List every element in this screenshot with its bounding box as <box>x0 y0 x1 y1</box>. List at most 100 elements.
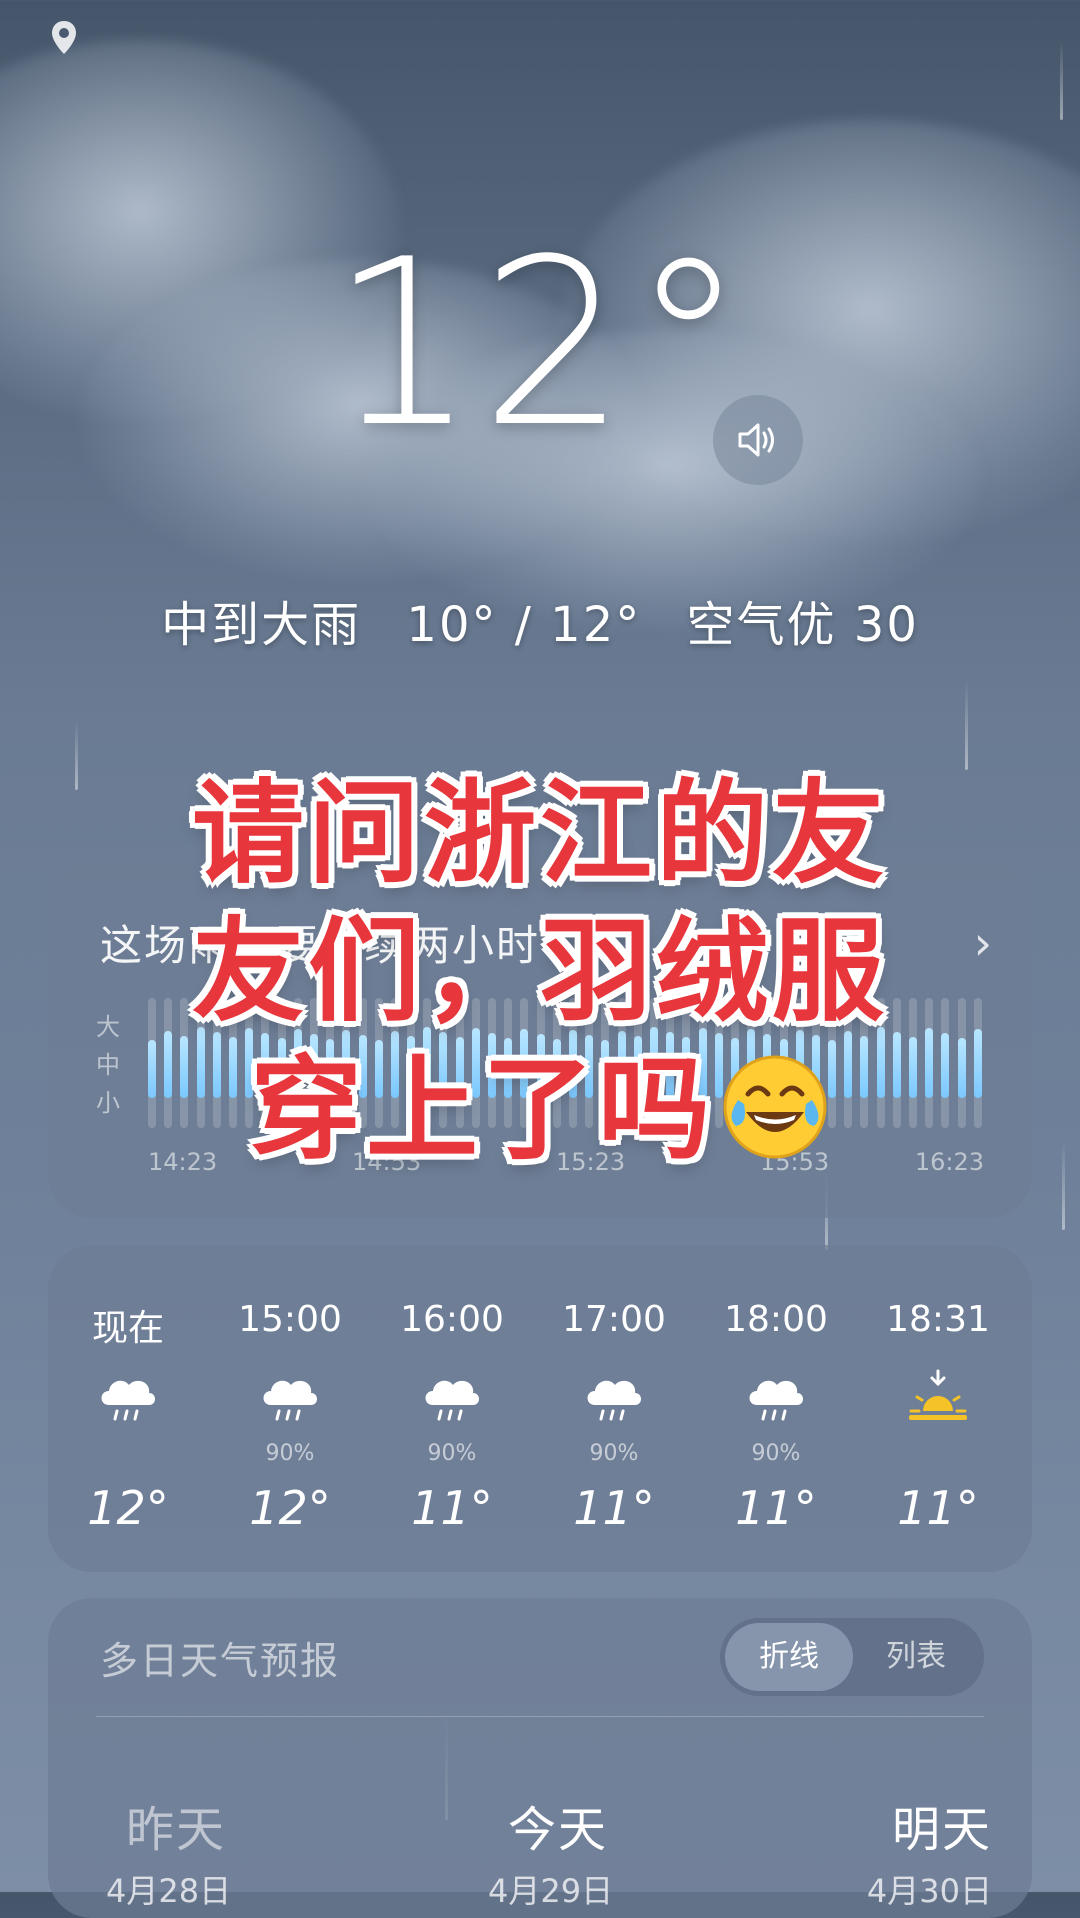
rain-bar <box>763 1034 772 1098</box>
rain-bar <box>488 1033 497 1098</box>
rain-bar <box>730 1038 739 1098</box>
speaker-icon <box>738 423 774 457</box>
rain-bar <box>536 1034 545 1098</box>
rain-bar <box>148 1040 156 1098</box>
hourly-item[interactable]: 18:00 90% 11° <box>706 1299 846 1535</box>
rain-bar <box>407 1036 416 1098</box>
rain-bar <box>439 1032 448 1098</box>
rain-bar <box>941 1033 950 1098</box>
temperature-range: 10° / 12° <box>406 597 642 653</box>
rain-bar <box>309 1034 318 1098</box>
rain-bar <box>293 1029 302 1098</box>
rain-bar <box>682 1037 691 1098</box>
rain-bar <box>957 1038 966 1098</box>
daily-forecast-card[interactable]: 多日天气预报 折线 列表 昨天 今天 明天 4月28日 4月29日 4月30日 <box>48 1598 1032 1918</box>
rain-bar <box>520 1029 529 1098</box>
rain-bar <box>180 1036 189 1098</box>
weather-summary: 中到大雨 10° / 12° 空气优 30 <box>0 585 1080 655</box>
daily-forecast-title: 多日天气预报 <box>100 1639 341 1683</box>
rain-bar <box>811 1035 820 1098</box>
hour-temperature: 11° <box>411 1481 493 1535</box>
rain-time-label: 16:23 <box>914 1148 984 1176</box>
rain-bar <box>552 1039 561 1098</box>
rain-bar <box>228 1037 237 1098</box>
rain-bar <box>860 1036 869 1098</box>
toggle-line-chart[interactable]: 折线 <box>725 1623 853 1691</box>
rain-bar <box>455 1037 464 1098</box>
rain-level-medium: 中 <box>96 1051 120 1079</box>
rain-bar <box>212 1032 221 1098</box>
rain-forecast-card[interactable]: 这场雨还要持续两小时 › 大 中 小 14:23 14:53 15:23 15:… <box>48 858 1032 1218</box>
hour-temperature: 12° <box>249 1481 331 1535</box>
chevron-right-icon[interactable]: › <box>974 916 992 970</box>
rain-time-label: 15:23 <box>556 1148 626 1176</box>
rain-bar <box>844 1031 853 1098</box>
precipitation-probability: 90% <box>265 1441 315 1466</box>
hourly-item[interactable]: 17:00 90% 11° <box>544 1299 684 1535</box>
rain-time-label: 14:53 <box>352 1148 422 1176</box>
day-date: 4月29日 <box>488 1872 614 1910</box>
toggle-list[interactable]: 列表 <box>852 1618 980 1696</box>
day-date: 4月30日 <box>866 1872 992 1910</box>
rain-bar <box>828 1040 837 1098</box>
hour-label: 15:00 <box>238 1299 342 1340</box>
rain-time-axis: 14:23 14:53 15:23 15:53 16:23 <box>148 1148 984 1178</box>
rain-bar <box>633 1036 642 1098</box>
cloud-rain-icon <box>382 1359 522 1439</box>
rain-bar <box>261 1033 270 1098</box>
location-pin-icon[interactable] <box>50 20 78 56</box>
rain-bar <box>358 1035 367 1098</box>
hour-label: 17:00 <box>562 1299 666 1340</box>
rain-bar <box>779 1039 788 1098</box>
hourly-item[interactable]: 18:31 11° <box>868 1299 1008 1535</box>
rain-bar <box>909 1037 918 1098</box>
day-label-yesterday: 昨天 <box>126 1802 227 1858</box>
cloud-rain-icon <box>544 1359 684 1439</box>
hourly-item[interactable]: 16:00 90% 11° <box>382 1299 522 1535</box>
rain-intensity-labels: 大 中 小 <box>96 1008 120 1122</box>
air-quality[interactable]: 空气优 30 <box>687 597 919 653</box>
hourly-item[interactable]: 现在 12° <box>58 1299 198 1535</box>
hour-temperature: 11° <box>573 1481 655 1535</box>
hour-temperature: 11° <box>897 1481 979 1535</box>
voice-broadcast-button[interactable] <box>713 395 803 485</box>
hour-temperature: 11° <box>735 1481 817 1535</box>
cloud-rain-icon <box>706 1359 846 1439</box>
hourly-item[interactable]: 15:00 90% 12° <box>220 1299 360 1535</box>
rain-forecast-title: 这场雨还要持续两小时 <box>100 921 541 970</box>
rain-bar <box>326 1039 335 1098</box>
day-label-today: 今天 <box>508 1802 609 1858</box>
rain-bar <box>504 1038 513 1098</box>
condition-text: 中到大雨 <box>161 597 362 653</box>
hourly-forecast-card[interactable]: 现在 12° 15:00 90% 12° 16:00 90% 11° 17:00… <box>48 1245 1032 1572</box>
hour-label: 18:31 <box>886 1299 990 1340</box>
rain-bar <box>649 1027 658 1098</box>
rain-bar <box>342 1030 351 1098</box>
divider <box>96 1716 984 1717</box>
rain-bar <box>973 1029 982 1098</box>
sunset-icon <box>868 1359 1008 1439</box>
hour-label: 18:00 <box>724 1299 828 1340</box>
hour-label: 16:00 <box>400 1299 504 1340</box>
rain-bar <box>601 1040 610 1098</box>
hour-label: 现在 <box>91 1308 164 1349</box>
rain-time-label: 15:53 <box>760 1148 830 1176</box>
rain-bar <box>795 1030 804 1098</box>
rain-bar <box>569 1030 577 1098</box>
rain-bar <box>423 1027 432 1098</box>
current-temperature: 12° <box>330 211 750 478</box>
view-toggle[interactable]: 折线 列表 <box>720 1618 984 1696</box>
hour-temperature: 12° <box>87 1481 169 1535</box>
rain-bar <box>892 1032 901 1098</box>
cloud-rain-icon <box>58 1359 198 1439</box>
rain-bar <box>277 1038 286 1098</box>
rain-level-light: 小 <box>96 1089 120 1117</box>
rain-time-label: 14:23 <box>148 1148 218 1176</box>
rain-bar <box>245 1028 254 1098</box>
rain-bar <box>164 1031 173 1098</box>
rain-level-heavy: 大 <box>96 1013 120 1041</box>
rain-bar <box>876 1027 885 1098</box>
precipitation-probability: 90% <box>751 1441 801 1466</box>
rain-bar <box>374 1040 383 1098</box>
cloud-rain-icon <box>220 1359 360 1439</box>
